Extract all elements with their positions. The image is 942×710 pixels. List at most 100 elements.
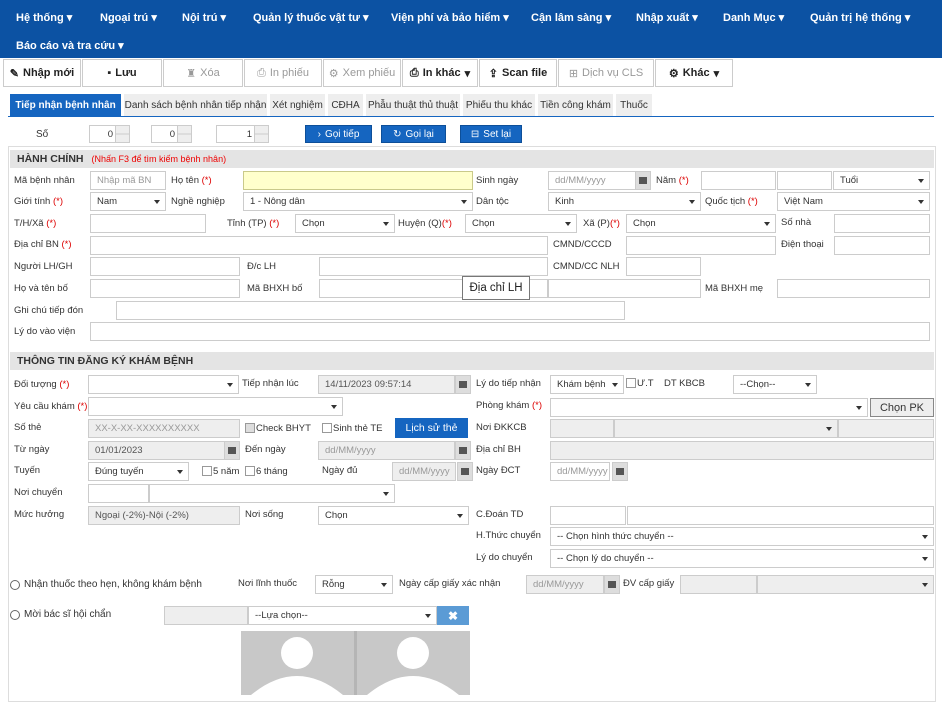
- calendar-icon[interactable]: [457, 462, 473, 481]
- tab-phieu-thu[interactable]: Phiếu thu khác: [463, 94, 535, 116]
- calendar-icon[interactable]: [224, 441, 240, 460]
- delete-button[interactable]: ♜ Xóa: [163, 59, 243, 87]
- counter-spinner-3[interactable]: 1: [216, 125, 269, 143]
- nam-input[interactable]: [701, 171, 776, 190]
- moi-bs-code-input[interactable]: [164, 606, 248, 625]
- noi-chuyen-code-input[interactable]: [88, 484, 149, 503]
- nav-danh-muc[interactable]: Danh Mục ▾: [723, 11, 784, 24]
- 6-thang-checkbox[interactable]: [245, 466, 255, 476]
- tuoi-select[interactable]: Tuổi: [833, 171, 930, 190]
- recall-button[interactable]: ↻ Gọi lại: [381, 125, 446, 143]
- dan-toc-select[interactable]: Kinh: [548, 192, 701, 211]
- print-button[interactable]: ⎙ In phiếu: [244, 59, 322, 87]
- nav-bao-cao[interactable]: Báo cáo và tra cứu ▾: [16, 39, 124, 52]
- sinh-the-te-checkbox[interactable]: [322, 423, 332, 433]
- call-next-button[interactable]: › Gọi tiếp: [305, 125, 372, 143]
- phong-kham-select[interactable]: [550, 398, 868, 417]
- tab-danh-sach[interactable]: Danh sách bệnh nhân tiếp nhận: [124, 94, 267, 116]
- cls-service-button[interactable]: ⊞ Dịch vụ CLS: [558, 59, 654, 87]
- tab-tien-cong[interactable]: Tiền công khám: [538, 94, 613, 116]
- lua-chon-select[interactable]: --Lựa chọn--: [248, 606, 437, 625]
- calendar-icon[interactable]: [455, 441, 471, 460]
- clear-icon[interactable]: ✖: [437, 606, 469, 625]
- nhan-thuoc-radio[interactable]: [10, 580, 20, 590]
- ngay-du-input[interactable]: dd/MM/yyyy: [392, 462, 456, 481]
- tab-cdha[interactable]: CĐHA: [328, 94, 363, 116]
- calendar-icon[interactable]: [604, 575, 620, 594]
- hthuc-select[interactable]: -- Chọn hình thức chuyển --: [550, 527, 934, 546]
- cmnd-input[interactable]: [626, 236, 776, 255]
- tinh-select[interactable]: Chọn: [295, 214, 395, 233]
- thx-input[interactable]: [90, 214, 206, 233]
- ghi-chu-input[interactable]: [116, 301, 625, 320]
- ho-ten-input[interactable]: [243, 171, 473, 190]
- moi-bs-radio[interactable]: [10, 610, 20, 620]
- tab-phau-thuat[interactable]: Phẫu thuật thủ thuật: [366, 94, 460, 116]
- gioi-tinh-select[interactable]: Nam: [90, 192, 166, 211]
- tab-xet-nghiem[interactable]: Xét nghiệm: [270, 94, 325, 116]
- ho-ten-bo-input[interactable]: [90, 279, 240, 298]
- nav-quan-ly-thuoc[interactable]: Quản lý thuốc vật tư ▾: [253, 11, 369, 24]
- tab-thuoc[interactable]: Thuốc: [616, 94, 652, 116]
- dv-cap-select[interactable]: [757, 575, 934, 594]
- nav-nhap-xuat[interactable]: Nhập xuất ▾: [636, 11, 698, 24]
- so-nha-input[interactable]: [834, 214, 930, 233]
- nav-vien-phi[interactable]: Viện phí và bảo hiểm ▾: [391, 11, 509, 24]
- doi-tuong-select[interactable]: [88, 375, 239, 394]
- noi-chuyen-select[interactable]: [149, 484, 395, 503]
- noi-dkkcb-code-input[interactable]: [550, 419, 614, 438]
- dc-lh-input[interactable]: [319, 257, 548, 276]
- view-button[interactable]: ⚙ Xem phiếu: [323, 59, 401, 87]
- ngay-cap-input[interactable]: dd/MM/yyyy: [526, 575, 604, 594]
- counter-spinner-2[interactable]: 0: [151, 125, 192, 143]
- noi-song-select[interactable]: Chọn: [318, 506, 469, 525]
- dt-kbcb-select[interactable]: --Chọn--: [733, 375, 817, 394]
- dv-cap-code-input[interactable]: [680, 575, 757, 594]
- xa-select[interactable]: Chọn: [626, 214, 776, 233]
- reset-button[interactable]: ⊟ Set lại: [460, 125, 522, 143]
- quoc-tich-select[interactable]: Việt Nam: [777, 192, 930, 211]
- dien-thoai-input[interactable]: [834, 236, 930, 255]
- dia-chi-input[interactable]: [90, 236, 548, 255]
- nguoi-lh-input[interactable]: [90, 257, 240, 276]
- ly-do-tn-select[interactable]: Khám bệnh: [550, 375, 624, 394]
- counter-spinner-1[interactable]: 0: [89, 125, 130, 143]
- sinh-ngay-input[interactable]: dd/MM/yyyy: [548, 171, 636, 190]
- tab-tiep-nhan[interactable]: Tiếp nhận bệnh nhân: [10, 94, 121, 116]
- ngay-dct-input[interactable]: dd/MM/yyyy: [550, 462, 610, 481]
- check-bhyt-checkbox[interactable]: [245, 423, 255, 433]
- dia-chi-bh-input[interactable]: [550, 441, 934, 460]
- tuyen-select[interactable]: Đúng tuyến: [88, 462, 189, 481]
- ly-do-chuyen-select[interactable]: -- Chọn lý do chuyển --: [550, 549, 934, 568]
- calendar-icon[interactable]: [612, 462, 628, 481]
- ma-bhxh-me-name-input[interactable]: [548, 279, 701, 298]
- huyen-select[interactable]: Chọn: [465, 214, 577, 233]
- tiep-nhan-luc-input[interactable]: 14/11/2023 09:57:14: [318, 375, 455, 394]
- yeu-cau-select[interactable]: [88, 397, 343, 416]
- ma-bhxh-me-input[interactable]: [777, 279, 930, 298]
- noi-linh-select[interactable]: Rỗng: [315, 575, 393, 594]
- noi-dkkcb-select[interactable]: [614, 419, 838, 438]
- nav-ngoai-tru[interactable]: Ngoại trú ▾: [100, 11, 157, 24]
- so-the-input[interactable]: XX-X-XX-XXXXXXXXXX: [88, 419, 240, 438]
- nav-noi-tru[interactable]: Nội trú ▾: [182, 11, 226, 24]
- scan-file-button[interactable]: ⇪ Scan file: [479, 59, 557, 87]
- cmnd-nlh-input[interactable]: [626, 257, 701, 276]
- nav-can-lam-sang[interactable]: Cận lâm sàng ▾: [531, 11, 611, 24]
- calendar-icon[interactable]: [455, 375, 471, 394]
- print-other-button[interactable]: ⎙ In khác ▾: [402, 59, 478, 87]
- ma-bn-input[interactable]: Nhập mã BN: [90, 171, 166, 190]
- save-button[interactable]: ▪ Lưu: [82, 59, 162, 87]
- ly-do-input[interactable]: [90, 322, 930, 341]
- lich-su-the-button[interactable]: Lịch sử thẻ: [395, 418, 468, 438]
- noi-dkkcb-extra-input[interactable]: [838, 419, 934, 438]
- nav-quan-tri[interactable]: Quản trị hệ thống ▾: [810, 11, 910, 24]
- muc-huong-input[interactable]: Ngoại (-2%)-Nội (-2%): [88, 506, 240, 525]
- den-ngay-input[interactable]: dd/MM/yyyy: [318, 441, 455, 460]
- 5-nam-checkbox[interactable]: [202, 466, 212, 476]
- cdoan-code-input[interactable]: [550, 506, 626, 525]
- nav-he-thong[interactable]: Hệ thống ▾: [16, 11, 72, 24]
- new-button[interactable]: ✎ Nhập mới: [3, 59, 81, 87]
- other-button[interactable]: ⚙ Khác ▾: [655, 59, 733, 87]
- calendar-icon[interactable]: [635, 171, 651, 190]
